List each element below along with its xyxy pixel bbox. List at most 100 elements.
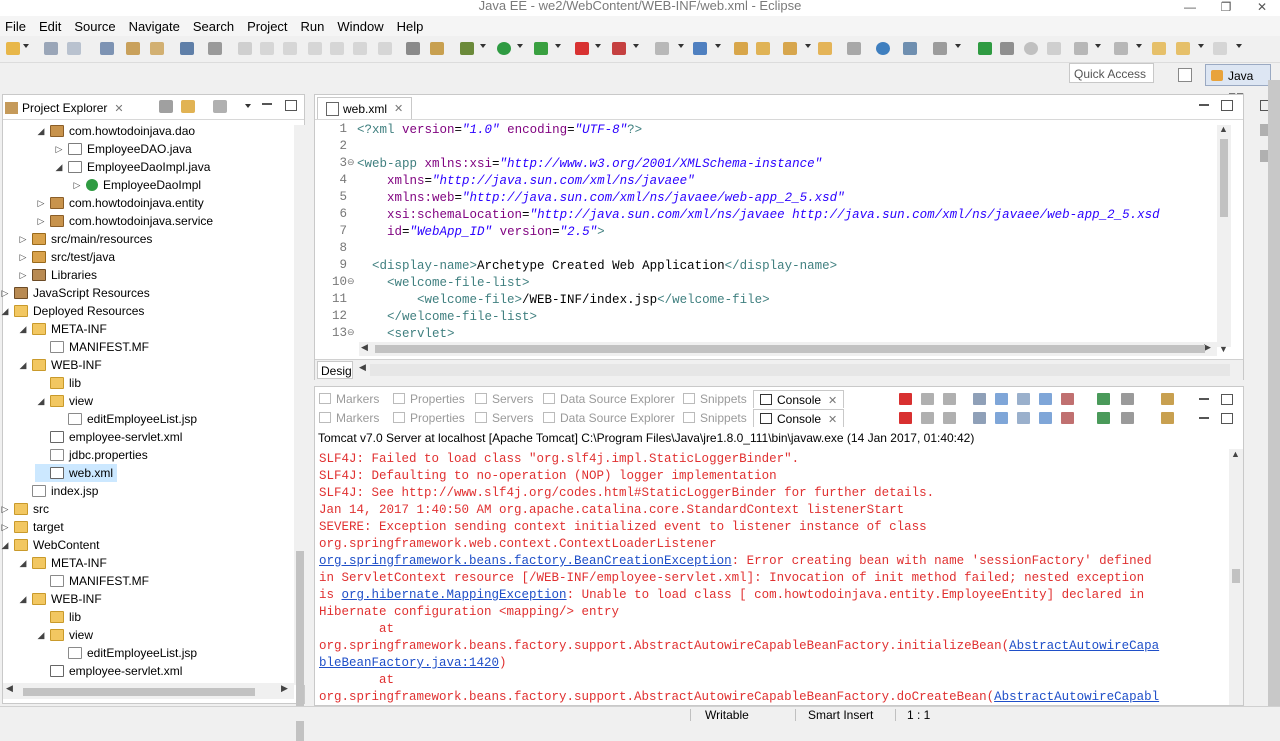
save-icon[interactable]	[44, 42, 58, 55]
back-icon[interactable]	[1176, 42, 1190, 55]
debug-settings-icon[interactable]	[460, 42, 474, 55]
close-window-icon[interactable]: ✕	[1244, 0, 1280, 16]
scroll-up-icon[interactable]: ▲	[1231, 449, 1240, 459]
external-tools-dropdown-icon[interactable]	[633, 44, 639, 48]
tab-servers-ghost[interactable]: Servers	[475, 390, 533, 408]
display-console-icon[interactable]	[1121, 393, 1134, 405]
menu-search[interactable]: Search	[188, 19, 239, 34]
word-wrap-icon[interactable]	[1017, 393, 1030, 405]
collapsed-twisty-icon[interactable]: ▷	[35, 194, 47, 212]
maximize-view-icon[interactable]	[1221, 413, 1233, 424]
tree-item[interactable]: ◢ META-INF	[17, 320, 107, 338]
console-vertical-scroll-thumb[interactable]	[1232, 569, 1240, 583]
maximize-icon[interactable]: ❐	[1208, 0, 1244, 16]
scroll-lock-icon[interactable]	[995, 412, 1008, 424]
code-line[interactable]: xmlns="http://java.sun.com/xml/ns/javaee…	[357, 173, 695, 190]
fold-toggle-icon[interactable]: ⊖	[347, 327, 357, 338]
project-explorer-tab[interactable]: Project Explorer ✕	[5, 97, 124, 119]
terminate-icon[interactable]	[899, 412, 912, 424]
tab-markers-ghost[interactable]: Markers	[319, 390, 379, 408]
tab-data-source-explorer-ghost[interactable]: Data Source Explorer	[543, 390, 675, 408]
page-tab-scrollbar[interactable]	[370, 364, 1230, 376]
close-icon[interactable]: ✕	[828, 395, 837, 407]
tree-item[interactable]: MANIFEST.MF	[35, 572, 149, 590]
globe-icon[interactable]	[876, 42, 890, 55]
maximize-view-icon[interactable]	[285, 100, 297, 111]
remove-all-icon[interactable]	[943, 393, 956, 405]
code-line[interactable]: <welcome-file-list>	[357, 275, 530, 292]
drop-to-frame-icon[interactable]	[378, 42, 392, 55]
display-console-icon[interactable]	[1121, 412, 1134, 424]
expanded-twisty-icon[interactable]: ◢	[17, 356, 29, 374]
new-server-icon[interactable]	[655, 42, 669, 55]
new-icon[interactable]	[6, 42, 20, 55]
show-on-output-icon[interactable]	[1039, 393, 1052, 405]
close-icon[interactable]: ✕	[114, 102, 123, 115]
collapsed-twisty-icon[interactable]: ▷	[17, 230, 29, 248]
menu-run[interactable]: Run	[296, 19, 330, 34]
editor-vertical-scroll-thumb[interactable]	[1220, 139, 1228, 217]
tab-snippets-ghost[interactable]: Snippets	[683, 390, 747, 408]
maximize-editor-icon[interactable]	[1221, 100, 1233, 111]
tree-item[interactable]: ◢ com.howtodoinjava.dao	[35, 122, 196, 140]
remove-launch-icon[interactable]	[921, 393, 934, 405]
tree-horizontal-scroll-thumb[interactable]	[23, 688, 255, 696]
tree-item[interactable]: ◢ Deployed Resources	[0, 302, 145, 320]
code-line[interactable]: xmlns:web="http://java.sun.com/xml/ns/ja…	[357, 190, 845, 207]
tree-item[interactable]: ◢ view	[35, 392, 93, 410]
expanded-twisty-icon[interactable]: ◢	[17, 320, 29, 338]
new-java-icon[interactable]	[693, 42, 707, 55]
stop-server-icon[interactable]	[575, 42, 589, 55]
collapsed-twisty-icon[interactable]: ▷	[0, 284, 11, 302]
refactor-icon[interactable]	[430, 42, 444, 55]
perspective-java-ee-button[interactable]: Java EE	[1205, 64, 1271, 105]
collapsed-twisty-icon[interactable]: ▷	[0, 518, 11, 536]
show-on-error-icon[interactable]	[1061, 412, 1074, 424]
expanded-twisty-icon[interactable]: ◢	[17, 590, 29, 608]
menu-file[interactable]: File	[0, 19, 31, 34]
expanded-twisty-icon[interactable]: ◢	[0, 302, 11, 320]
debug-view-icon[interactable]	[1000, 42, 1014, 55]
tab-markers[interactable]: Markers	[319, 409, 379, 427]
code-line[interactable]: id="WebApp_ID" version="2.5">	[357, 224, 605, 241]
tab-data-source-explorer[interactable]: Data Source Explorer	[543, 409, 675, 427]
tree-item[interactable]: editEmployeeList.jsp	[53, 410, 197, 428]
debug-settings-dropdown-icon[interactable]	[480, 44, 486, 48]
open-type-icon[interactable]	[126, 42, 140, 55]
menu-source[interactable]: Source	[69, 19, 120, 34]
expanded-twisty-icon[interactable]: ◢	[53, 158, 65, 176]
minimize-view-icon[interactable]	[1199, 417, 1209, 419]
scroll-left-icon[interactable]: ◀	[361, 342, 368, 353]
scroll-lock-icon[interactable]	[995, 393, 1008, 405]
show-on-output-icon[interactable]	[1039, 412, 1052, 424]
new-java-dropdown-icon[interactable]	[715, 44, 721, 48]
search-tools-icon[interactable]	[783, 42, 797, 55]
fold-toggle-icon[interactable]: ⊖	[347, 276, 357, 287]
pin-icon[interactable]	[847, 42, 861, 55]
scroll-right-icon[interactable]: ▶	[281, 683, 288, 694]
tree-item[interactable]: ◢ WEB-INF	[17, 356, 102, 374]
tree-item[interactable]: jdbc.properties	[35, 446, 148, 464]
tree-item[interactable]: ▷ JavaScript Resources	[0, 284, 150, 302]
open-console-icon[interactable]	[1161, 412, 1174, 424]
suspend-icon[interactable]	[260, 42, 274, 55]
filters-icon[interactable]	[213, 100, 227, 113]
menu-help[interactable]: Help	[392, 19, 429, 34]
last-edit-icon[interactable]	[1152, 42, 1166, 55]
close-icon[interactable]: ✕	[394, 102, 403, 115]
layout-icon[interactable]	[933, 42, 947, 55]
tree-item[interactable]: ▷ Libraries	[17, 266, 98, 284]
close-icon[interactable]: ✕	[828, 414, 837, 426]
annotation-icon[interactable]	[903, 42, 917, 55]
collapsed-twisty-icon[interactable]: ▷	[35, 212, 47, 230]
pin-console-icon[interactable]	[1097, 412, 1110, 424]
console-output[interactable]: SLF4J: Failed to load class "org.slf4j.i…	[315, 449, 1229, 705]
disconnect-icon[interactable]	[1024, 42, 1038, 55]
tree-item[interactable]: ▷ src	[0, 500, 49, 518]
tree-item[interactable]: ◢ WebContent	[0, 536, 100, 554]
pin-console-icon[interactable]	[1097, 393, 1110, 405]
open-project-icon[interactable]	[734, 42, 748, 55]
next-annotation-dropdown-icon[interactable]	[1095, 44, 1101, 48]
terminal-icon[interactable]	[180, 42, 194, 55]
collapsed-twisty-icon[interactable]: ▷	[71, 176, 83, 194]
